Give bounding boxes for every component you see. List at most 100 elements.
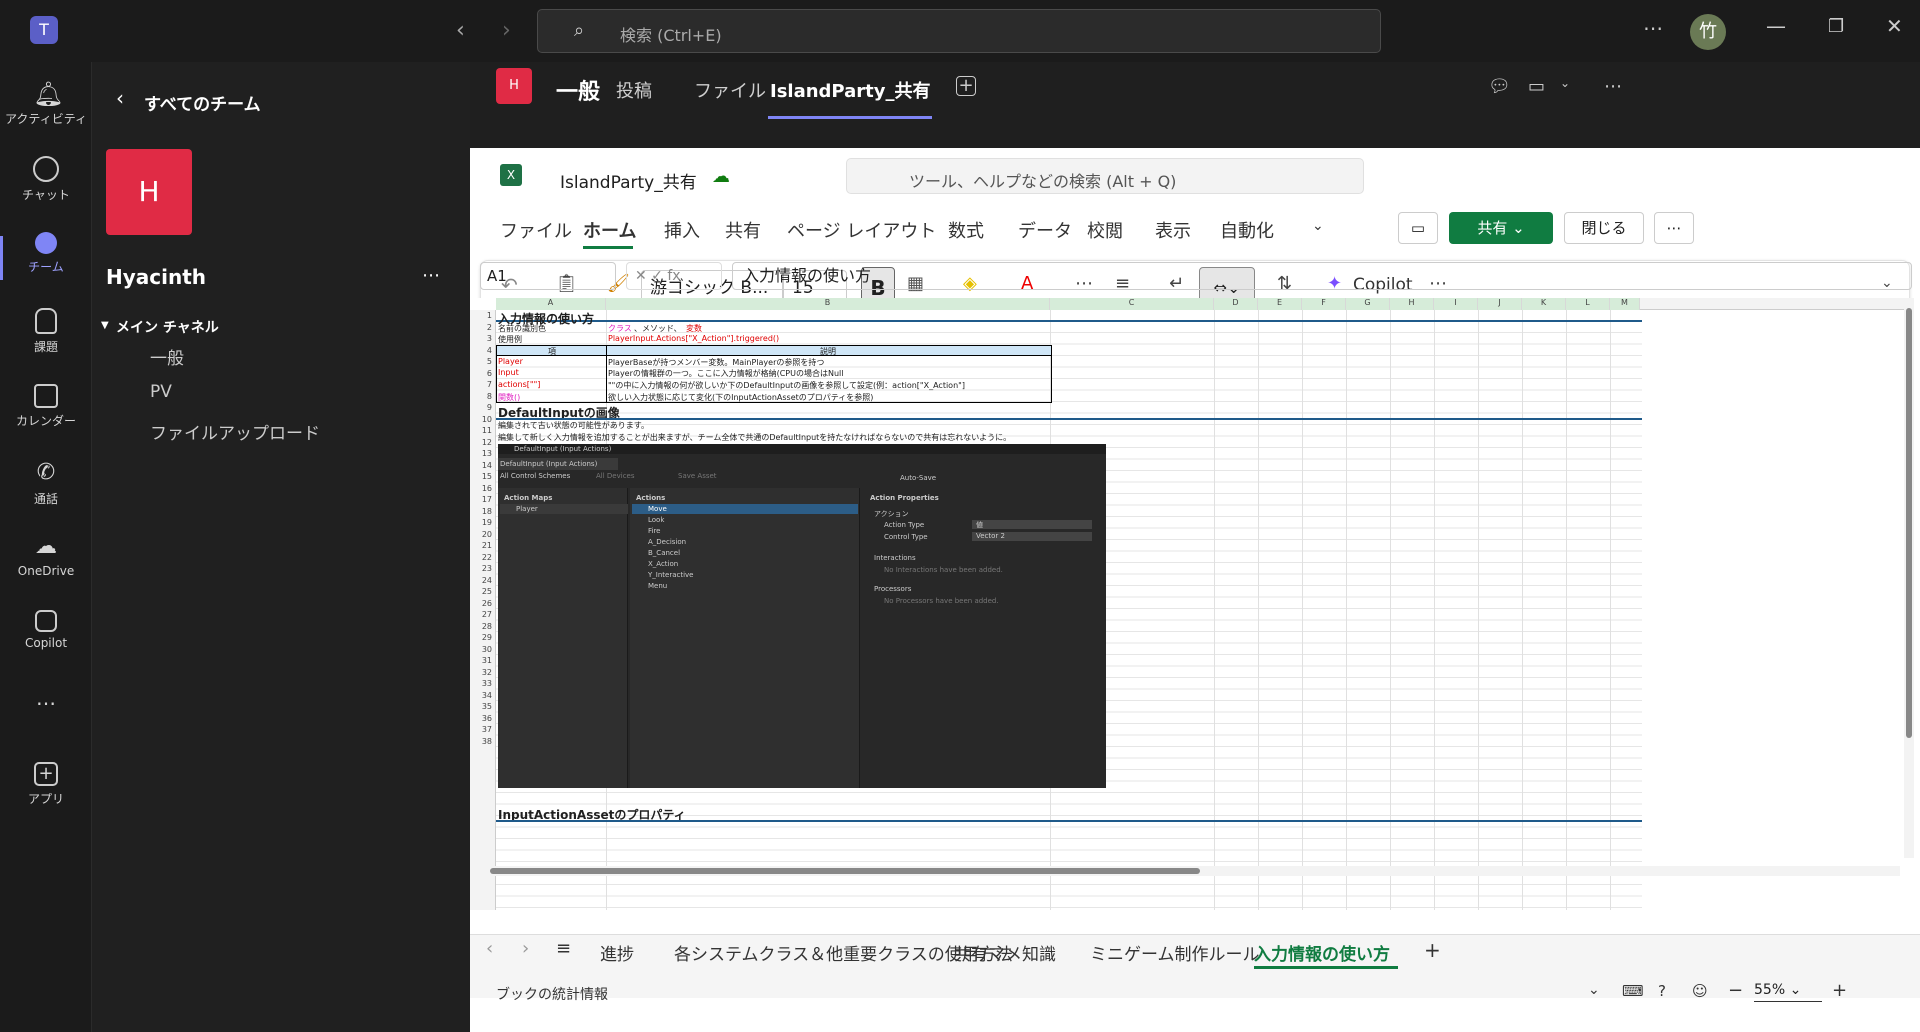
- rail-assignments[interactable]: 課題: [0, 298, 92, 368]
- section-title[interactable]: メイン チャネル: [116, 317, 219, 337]
- close-button[interactable]: 閉じる: [1564, 212, 1644, 244]
- close-icon[interactable]: ✕: [1886, 14, 1903, 38]
- teams-logo-icon[interactable]: T: [30, 16, 58, 44]
- ribbon-tab-view[interactable]: 表示: [1155, 217, 1191, 243]
- keyboard-icon[interactable]: ⌨: [1622, 982, 1644, 1000]
- unity-type-select: [972, 520, 1092, 529]
- cell: 、メソッド、: [634, 324, 682, 333]
- active-tab-underline: [768, 116, 932, 119]
- rail-activity[interactable]: 🔔︎ アクティビティ: [0, 70, 92, 140]
- chevron-down-icon[interactable]: ⌄: [918, 80, 928, 94]
- more-options-icon[interactable]: ⋯: [1643, 16, 1663, 40]
- col-header[interactable]: J: [1478, 298, 1522, 310]
- search-icon: ⌕: [574, 20, 585, 41]
- zoom-out-icon[interactable]: −: [1728, 980, 1743, 1001]
- conversation-icon[interactable]: 💬︎: [1488, 76, 1511, 97]
- unity-type-label: Action Type: [884, 521, 925, 529]
- name-box[interactable]: A1: [480, 262, 616, 290]
- ribbon-tab-review[interactable]: 校閲: [1087, 217, 1123, 243]
- rail-calls[interactable]: ✆ 通話: [0, 450, 92, 520]
- col-header[interactable]: I: [1434, 298, 1478, 310]
- restore-icon[interactable]: ❐: [1828, 16, 1844, 37]
- more-button[interactable]: ⋯: [1654, 212, 1694, 244]
- video-icon[interactable]: ▭: [1528, 76, 1545, 97]
- zoom-select[interactable]: 55% ⌄: [1754, 982, 1822, 1002]
- tab-islandparty[interactable]: IslandParty_共有: [770, 77, 931, 103]
- zoom-in-icon[interactable]: +: [1832, 980, 1847, 1001]
- col-header[interactable]: F: [1302, 298, 1346, 310]
- team-more-icon[interactable]: ⋯: [422, 265, 440, 286]
- spreadsheet-grid[interactable]: A B C D E F G H I J K L M 1 2 3 4 5 6 7 …: [470, 298, 1920, 926]
- col-header[interactable]: A: [496, 298, 606, 310]
- share-button[interactable]: 共有 ⌄: [1449, 212, 1553, 244]
- horizontal-scrollbar[interactable]: [480, 866, 1900, 876]
- caret-down-icon[interactable]: ▼: [101, 320, 109, 331]
- unity-schemes: All Control Schemes: [500, 472, 571, 480]
- embedded-unity-screenshot[interactable]: DefaultInput (Input Actions) DefaultInpu…: [498, 444, 1106, 788]
- ribbon-tab-page-layout[interactable]: ページ レイアウト: [787, 217, 936, 243]
- chevron-down-icon[interactable]: ⌄: [1312, 218, 1324, 234]
- rail-more[interactable]: …: [0, 686, 92, 756]
- rail-onedrive[interactable]: ☁ OneDrive: [0, 524, 92, 594]
- back-icon[interactable]: ‹: [116, 86, 124, 110]
- rail-teams[interactable]: チーム: [0, 222, 92, 292]
- avatar[interactable]: 竹: [1690, 14, 1726, 50]
- copilot-icon: [35, 610, 57, 632]
- file-name[interactable]: IslandParty_共有: [560, 168, 697, 193]
- ribbon-tab-share[interactable]: 共有: [725, 217, 761, 243]
- rail-calendar[interactable]: カレンダー: [0, 374, 92, 444]
- col-header[interactable]: H: [1390, 298, 1434, 310]
- comments-button[interactable]: ▭: [1398, 212, 1438, 244]
- rail-chat[interactable]: チャット: [0, 146, 92, 216]
- all-teams-link[interactable]: すべてのチーム: [144, 90, 261, 115]
- title-bar: T ‹ › ⌕ 検索 (Ctrl+E) ⋯ 竹 — ❐ ✕: [0, 0, 1920, 62]
- channel-upload[interactable]: ファイルアップロード: [150, 419, 320, 444]
- formula-input[interactable]: 入力情報の使い方: [732, 262, 1912, 290]
- ribbon-tab-home[interactable]: ホーム: [583, 217, 636, 243]
- tab-files[interactable]: ファイル: [694, 77, 766, 103]
- forward-arrow-icon[interactable]: ›: [502, 18, 511, 43]
- chevron-down-icon[interactable]: ⌄: [1560, 76, 1570, 90]
- sheet-tab[interactable]: 進捗: [600, 940, 634, 965]
- sheet-tab[interactable]: 共有マメ知識: [954, 940, 1056, 965]
- vertical-scrollbar[interactable]: [1904, 298, 1914, 858]
- workbook-stats[interactable]: ブックの統計情報: [496, 984, 608, 1004]
- add-sheet-icon[interactable]: +: [1424, 938, 1441, 962]
- cell-a1-selected[interactable]: [496, 310, 1642, 322]
- more-icon[interactable]: ⋯: [1604, 76, 1622, 97]
- next-sheet-icon[interactable]: ›: [522, 938, 529, 959]
- col-header[interactable]: K: [1522, 298, 1566, 310]
- col-header[interactable]: D: [1214, 298, 1258, 310]
- col-header[interactable]: E: [1258, 298, 1302, 310]
- all-sheets-icon[interactable]: ≡: [556, 938, 571, 959]
- tool-search-input[interactable]: ツール、ヘルプなどの検索 (Alt + Q): [846, 158, 1364, 194]
- col-header[interactable]: B: [606, 298, 1050, 310]
- sheet-tab[interactable]: ミニゲーム制作ルール: [1090, 940, 1260, 965]
- add-tab-icon[interactable]: +: [956, 76, 976, 96]
- excel-logo-icon: X: [500, 164, 522, 186]
- rail-copilot[interactable]: Copilot: [0, 600, 92, 670]
- ribbon-tab-insert[interactable]: 挿入: [664, 217, 700, 243]
- prev-sheet-icon[interactable]: ‹: [486, 938, 493, 959]
- feedback-icon[interactable]: ☺: [1692, 982, 1708, 1000]
- tab-posts[interactable]: 投稿: [616, 77, 652, 103]
- search-input[interactable]: ⌕ 検索 (Ctrl+E): [537, 9, 1381, 53]
- col-header[interactable]: M: [1610, 298, 1640, 310]
- col-header[interactable]: L: [1566, 298, 1610, 310]
- help-icon[interactable]: ?: [1658, 982, 1666, 1000]
- ribbon-tab-automate[interactable]: 自動化: [1220, 217, 1274, 243]
- rail-apps[interactable]: + アプリ: [0, 752, 92, 822]
- ribbon-tab-formulas[interactable]: 数式: [948, 217, 984, 243]
- channel-general[interactable]: 一般: [150, 344, 184, 369]
- ribbon-tab-data[interactable]: データ: [1018, 217, 1072, 243]
- ribbon-tab-file[interactable]: ファイル: [500, 217, 572, 243]
- chat-icon: [33, 156, 59, 182]
- channel-pv[interactable]: PV: [150, 382, 172, 402]
- minimize-icon[interactable]: —: [1766, 14, 1786, 38]
- chevron-down-icon[interactable]: ⌄: [1588, 982, 1600, 998]
- cell: PlayerInput.Actions["X_Action"].triggere…: [608, 334, 780, 343]
- col-header[interactable]: G: [1346, 298, 1390, 310]
- sheet-tab-active[interactable]: 入力情報の使い方: [1254, 940, 1390, 965]
- back-arrow-icon[interactable]: ‹: [456, 18, 465, 43]
- col-header[interactable]: C: [1050, 298, 1214, 310]
